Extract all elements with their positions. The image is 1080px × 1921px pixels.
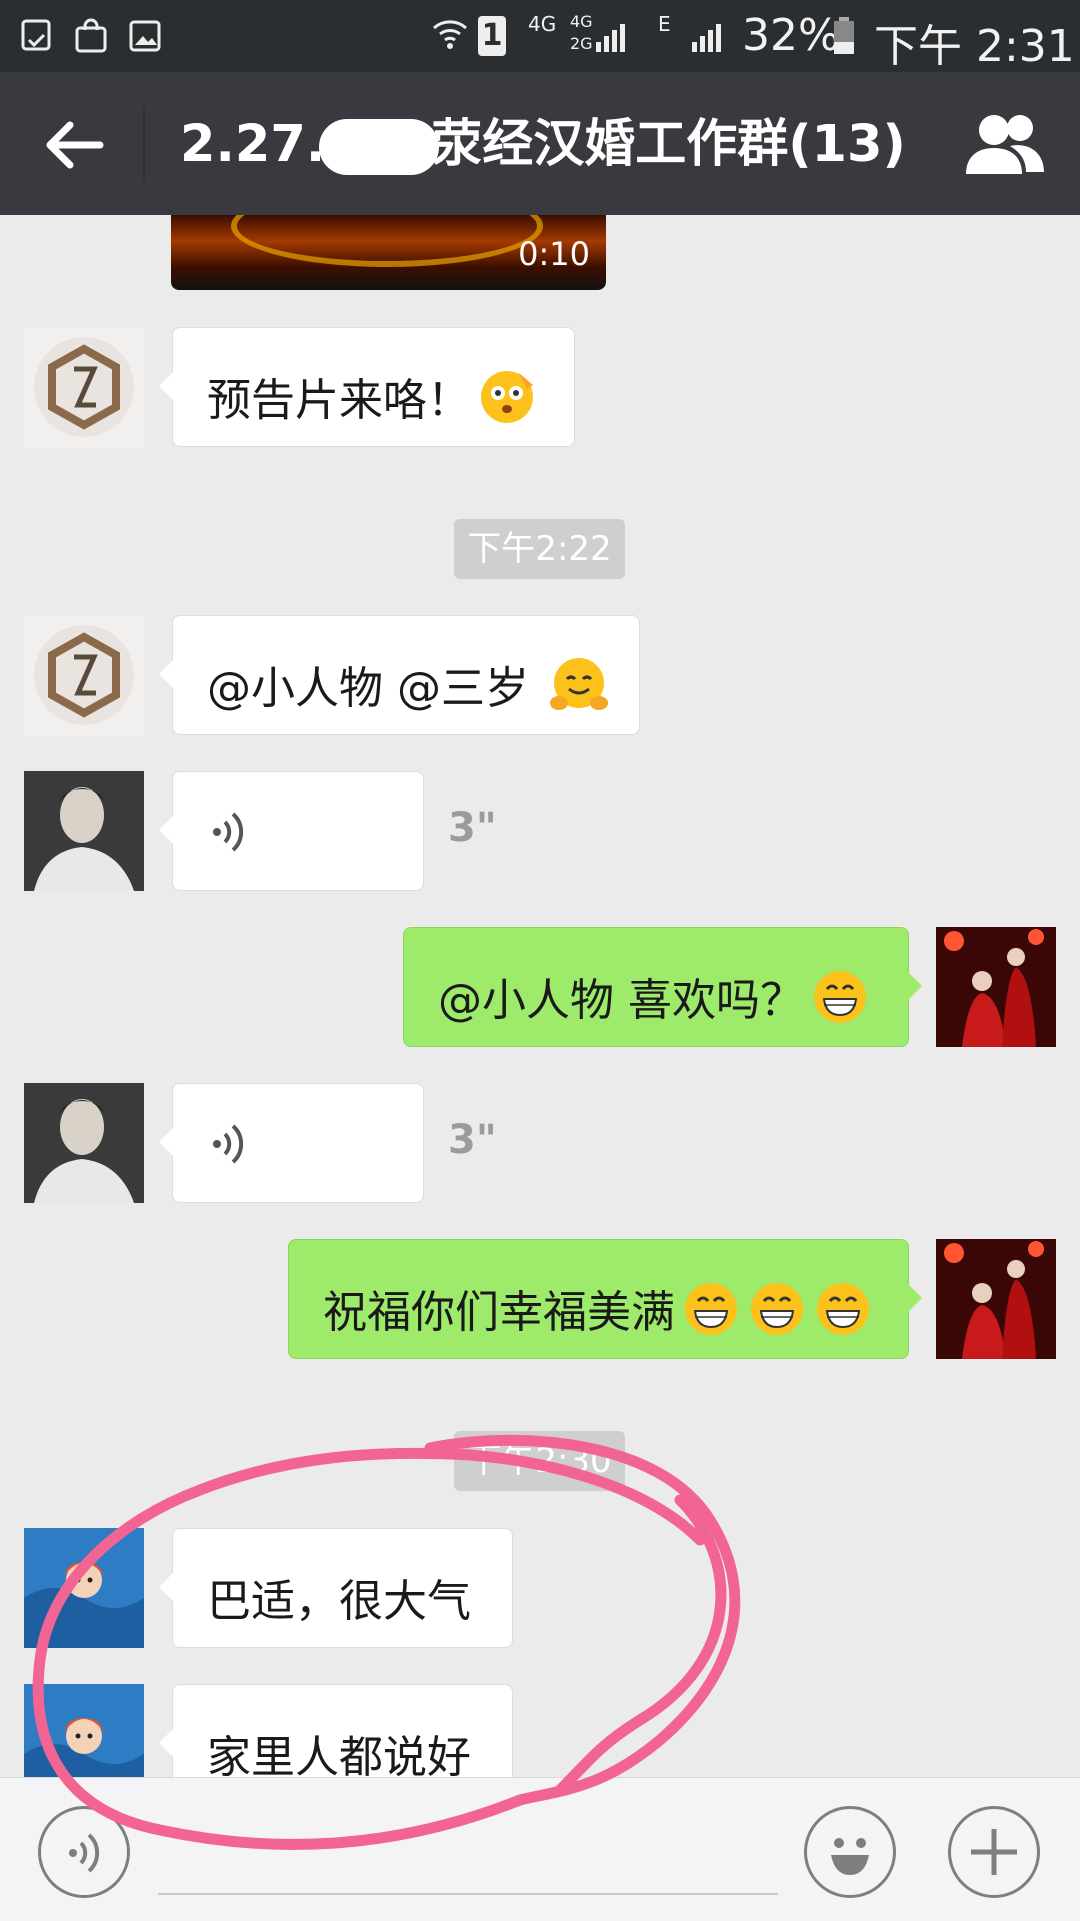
studio-logo-avatar-icon — [34, 337, 134, 437]
redaction-blot — [319, 119, 440, 175]
grin-emoji-icon — [814, 971, 866, 1023]
studio-logo-avatar-icon — [34, 625, 134, 725]
chat-title-bar: 2.27. 荥经汉婚工作群(13) — [0, 72, 1080, 215]
avatar-ponyo[interactable] — [24, 1528, 144, 1648]
message-text-content: @小人物 喜欢吗？ — [438, 975, 804, 1026]
message-text-content: @小人物 @三岁 — [207, 663, 543, 714]
avatar-self[interactable] — [936, 1239, 1056, 1359]
group-members-button[interactable] — [960, 110, 1050, 182]
message-bubble[interactable]: 家里人都说好 — [159, 1684, 513, 1777]
shopping-bag-icon — [75, 18, 107, 53]
message-bubble-sent[interactable]: @小人物 喜欢吗？ — [403, 927, 922, 1047]
gallery-icon — [129, 20, 161, 52]
couple-portrait-avatar-icon — [936, 927, 1056, 1047]
avatar-studio[interactable] — [24, 327, 144, 447]
back-arrow-icon — [46, 121, 104, 169]
voice-duration: 3" — [448, 1117, 497, 1163]
message-text: 家里人都说好 — [207, 1732, 471, 1777]
video-frame-decoration — [231, 215, 543, 267]
voice-duration: 3" — [448, 805, 497, 851]
grin-emoji-icon — [751, 1283, 803, 1335]
voice-input-button[interactable] — [38, 1806, 130, 1898]
more-actions-button[interactable] — [948, 1806, 1040, 1898]
emoji-button[interactable] — [804, 1806, 896, 1898]
network-4g-label: 4G — [528, 12, 557, 36]
video-message-thumbnail[interactable]: 0:10 — [171, 215, 606, 290]
message-bubble[interactable]: 巴适，很大气 — [159, 1528, 513, 1648]
cartoon-girl-avatar-icon — [24, 1684, 144, 1777]
grin-emoji-icon — [685, 1283, 737, 1335]
clock: 下午 2:31 — [874, 21, 1075, 72]
network-4g-top-label: 4G — [570, 12, 593, 31]
message-text: @小人物 @三岁 — [207, 652, 609, 716]
grin-emoji-icon — [817, 1283, 869, 1335]
message-bubble[interactable]: @小人物 @三岁 — [159, 615, 640, 735]
man-portrait-avatar-icon — [24, 1083, 144, 1203]
battery-percentage: 32% — [742, 10, 840, 61]
voice-wave-icon — [213, 1124, 244, 1164]
avatar-self[interactable] — [936, 927, 1056, 1047]
notification-note-icon — [21, 19, 51, 51]
title-divider — [143, 108, 145, 180]
salute-emoji-icon — [481, 371, 533, 423]
title-suffix: 荥经汉婚工作群(13) — [431, 115, 906, 174]
voice-message-bubble[interactable] — [159, 1083, 424, 1203]
man-portrait-avatar-icon — [24, 771, 144, 891]
cartoon-girl-avatar-icon — [24, 1528, 144, 1648]
group-members-icon — [966, 115, 1044, 174]
avatar-man[interactable] — [24, 1083, 144, 1203]
voice-wave-icon — [69, 1833, 100, 1873]
network-2g-bottom-label: 2G — [570, 34, 593, 53]
timestamp-chip: 下午2:22 — [454, 519, 625, 579]
battery-icon — [834, 17, 854, 54]
network-e-label: E — [658, 12, 671, 36]
message-text: 预告片来咯！ — [207, 364, 537, 428]
wifi-icon — [433, 20, 467, 49]
hug-emoji-icon — [549, 658, 608, 710]
video-duration: 0:10 — [518, 235, 590, 273]
message-bubble-sent[interactable]: 祝福你们幸福美满 — [288, 1239, 922, 1359]
avatar-studio[interactable] — [24, 615, 144, 735]
message-text-content: 预告片来咯！ — [207, 375, 471, 426]
avatar-man[interactable] — [24, 771, 144, 891]
status-bar: 1 4G 4G 2G E 32% 下午 2:31 — [0, 0, 1080, 72]
plus-icon — [971, 1829, 1017, 1875]
sim-badge: 1 — [478, 16, 506, 56]
back-button[interactable] — [30, 102, 116, 188]
chat-input-bar — [0, 1777, 1080, 1921]
message-list[interactable]: 0:10 预告片来咯！ 下午2:22 @小人物 @三岁 3" @小人物 喜欢吗？… — [0, 215, 1080, 1777]
message-input-field[interactable] — [158, 1893, 778, 1895]
couple-portrait-avatar-icon — [936, 1239, 1056, 1359]
voice-wave-icon — [213, 812, 244, 852]
voice-message-bubble[interactable] — [159, 771, 424, 891]
title-prefix: 2.27. — [180, 115, 326, 174]
page-title: 2.27. 荥经汉婚工作群(13) — [180, 112, 906, 178]
message-bubble[interactable]: 预告片来咯！ — [159, 327, 575, 447]
message-text: @小人物 喜欢吗？ — [438, 964, 870, 1028]
signal-bars-2-icon — [692, 24, 721, 52]
emoji-face-icon — [831, 1838, 869, 1875]
avatar-ponyo[interactable] — [24, 1684, 144, 1777]
signal-bars-icon — [596, 24, 625, 52]
timestamp-chip: 下午2:30 — [454, 1431, 625, 1491]
message-text: 祝福你们幸福美满 — [323, 1276, 873, 1340]
message-text: 巴适，很大气 — [207, 1576, 471, 1627]
message-text-content: 祝福你们幸福美满 — [323, 1287, 675, 1338]
